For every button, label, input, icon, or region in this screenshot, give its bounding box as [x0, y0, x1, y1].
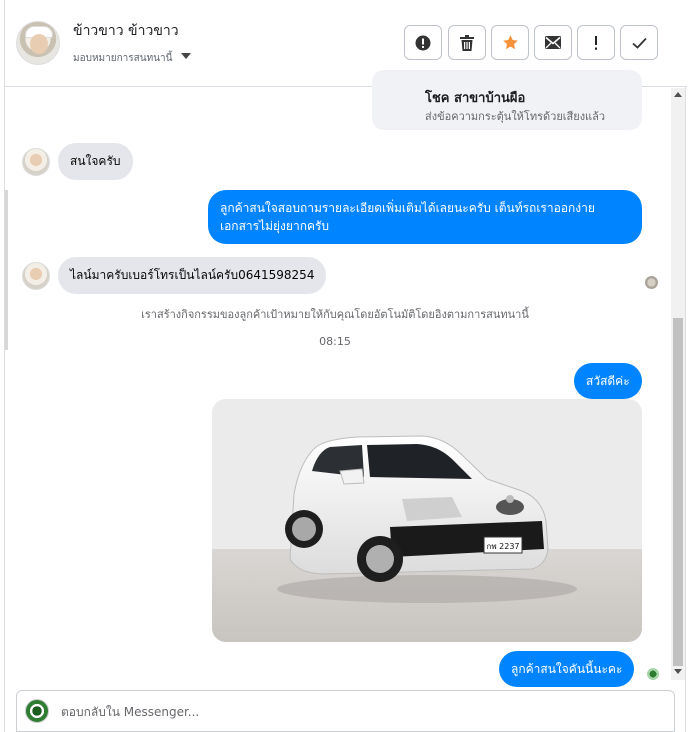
mail-icon: [545, 36, 561, 49]
spam-icon: [415, 35, 431, 50]
messages-scrollbar[interactable]: [671, 88, 685, 680]
star-button[interactable]: [491, 25, 529, 60]
messenger-panel: ข้าวขาว ข้าวขาว มอบหมายการสนทนานี้ โชค ส…: [4, 0, 687, 732]
message-bubble-incoming[interactable]: ไลน์มาครับเบอร์โทรเป็นไลน์ครับ0641598254: [58, 257, 327, 294]
follow-up-button[interactable]: [577, 25, 615, 60]
page-avatar: [25, 699, 49, 723]
card-title: โชค สาขาบ้านผือ: [425, 91, 526, 106]
assign-conversation-label[interactable]: มอบหมายการสนทนานี้: [73, 51, 172, 66]
car-image: กพ 2237: [212, 399, 642, 642]
reply-input[interactable]: [61, 701, 461, 723]
message-bubble-incoming[interactable]: สนใจครับ: [58, 143, 133, 180]
mark-unread-button[interactable]: [534, 25, 572, 60]
alert-icon: [595, 35, 597, 50]
call-prompt-card: โชค สาขาบ้านผือ ส่งข้อความกระตุ้นให้โทรด…: [372, 70, 642, 130]
contact-avatar[interactable]: [16, 21, 60, 65]
scroll-up-icon[interactable]: [674, 92, 682, 97]
star-icon: [502, 35, 518, 50]
car-photo[interactable]: กพ 2237: [212, 399, 642, 642]
customer-avatar[interactable]: [22, 148, 50, 176]
message-bubble-outgoing[interactable]: ลูกค้าสนใจคันนี้นะคะ: [499, 651, 635, 687]
spam-button[interactable]: [404, 25, 442, 60]
card-subtitle: ส่งข้อความกระตุ้นให้โทรด้วยเสียงแล้ว: [425, 110, 606, 123]
delete-button[interactable]: [448, 25, 486, 60]
reply-composer: [16, 690, 675, 732]
mark-done-button[interactable]: [620, 25, 658, 60]
page-avatar-small: [647, 668, 659, 680]
system-note: เราสร้างกิจกรรมของลูกค้าเป้าหมายให้กับคุ…: [141, 308, 529, 321]
svg-text:กพ 2237: กพ 2237: [486, 542, 519, 551]
left-edge-bar: [5, 190, 8, 350]
customer-avatar[interactable]: [22, 262, 50, 290]
check-icon: [631, 37, 647, 49]
message-bubble-outgoing[interactable]: ลูกค้าสนใจสอบถามรายละเอียดเพิ่มเติมได้เล…: [208, 190, 642, 244]
trash-icon: [460, 34, 474, 51]
timestamp: 08:15: [319, 335, 351, 348]
scrollbar-thumb[interactable]: [673, 318, 683, 666]
scroll-down-icon[interactable]: [674, 669, 682, 674]
seen-avatar: [645, 276, 658, 289]
message-bubble-outgoing[interactable]: สวัสดีค่ะ: [574, 363, 642, 399]
chevron-down-icon[interactable]: [181, 53, 191, 59]
contact-name[interactable]: ข้าวขาว ข้าวขาว: [73, 20, 179, 42]
